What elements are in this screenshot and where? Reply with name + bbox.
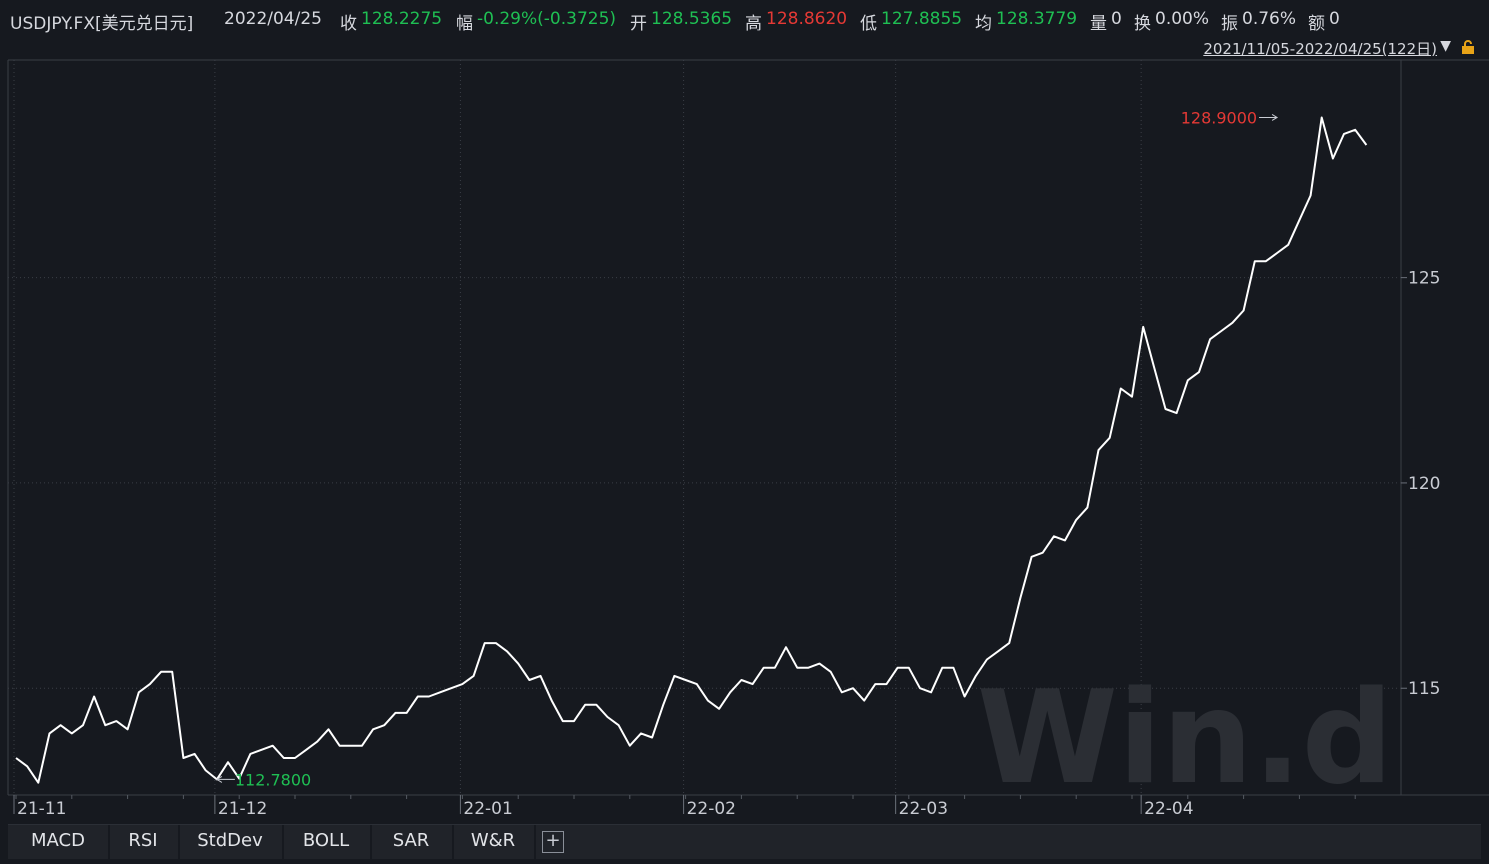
indicator-tab-rsi[interactable]: RSI xyxy=(108,825,180,859)
indicator-tab-macd[interactable]: MACD xyxy=(8,825,110,859)
x-tick-label: 22-02 xyxy=(687,799,736,819)
x-tick-label: 22-04 xyxy=(1144,799,1193,819)
max-value-label: 128.9000 xyxy=(1181,108,1257,127)
indicator-tab-stddev[interactable]: StdDev xyxy=(178,825,284,859)
x-tick-label: 22-03 xyxy=(899,799,948,819)
watermark: Win.d xyxy=(977,664,1393,813)
x-tick-label: 21-11 xyxy=(17,799,66,819)
y-tick-label: 125 xyxy=(1408,269,1440,289)
x-tick-label: 22-01 xyxy=(463,799,512,819)
indicator-toolbar: MACD RSI StdDev BOLL SAR W&R + xyxy=(8,824,1481,859)
min-value-label: 112.7800 xyxy=(235,770,311,789)
indicator-tab-wr[interactable]: W&R xyxy=(452,825,536,859)
price-chart[interactable]: Win.d 115 120 125 21-11 21-12 22-01 22-02 22-03… xyxy=(0,0,1489,824)
y-tick-label: 115 xyxy=(1408,679,1440,699)
x-tick-label: 21-12 xyxy=(218,799,267,819)
indicator-tab-sar[interactable]: SAR xyxy=(370,825,454,859)
plus-icon[interactable]: + xyxy=(542,831,564,853)
y-tick-label: 120 xyxy=(1408,474,1440,494)
indicator-tab-boll[interactable]: BOLL xyxy=(282,825,372,859)
